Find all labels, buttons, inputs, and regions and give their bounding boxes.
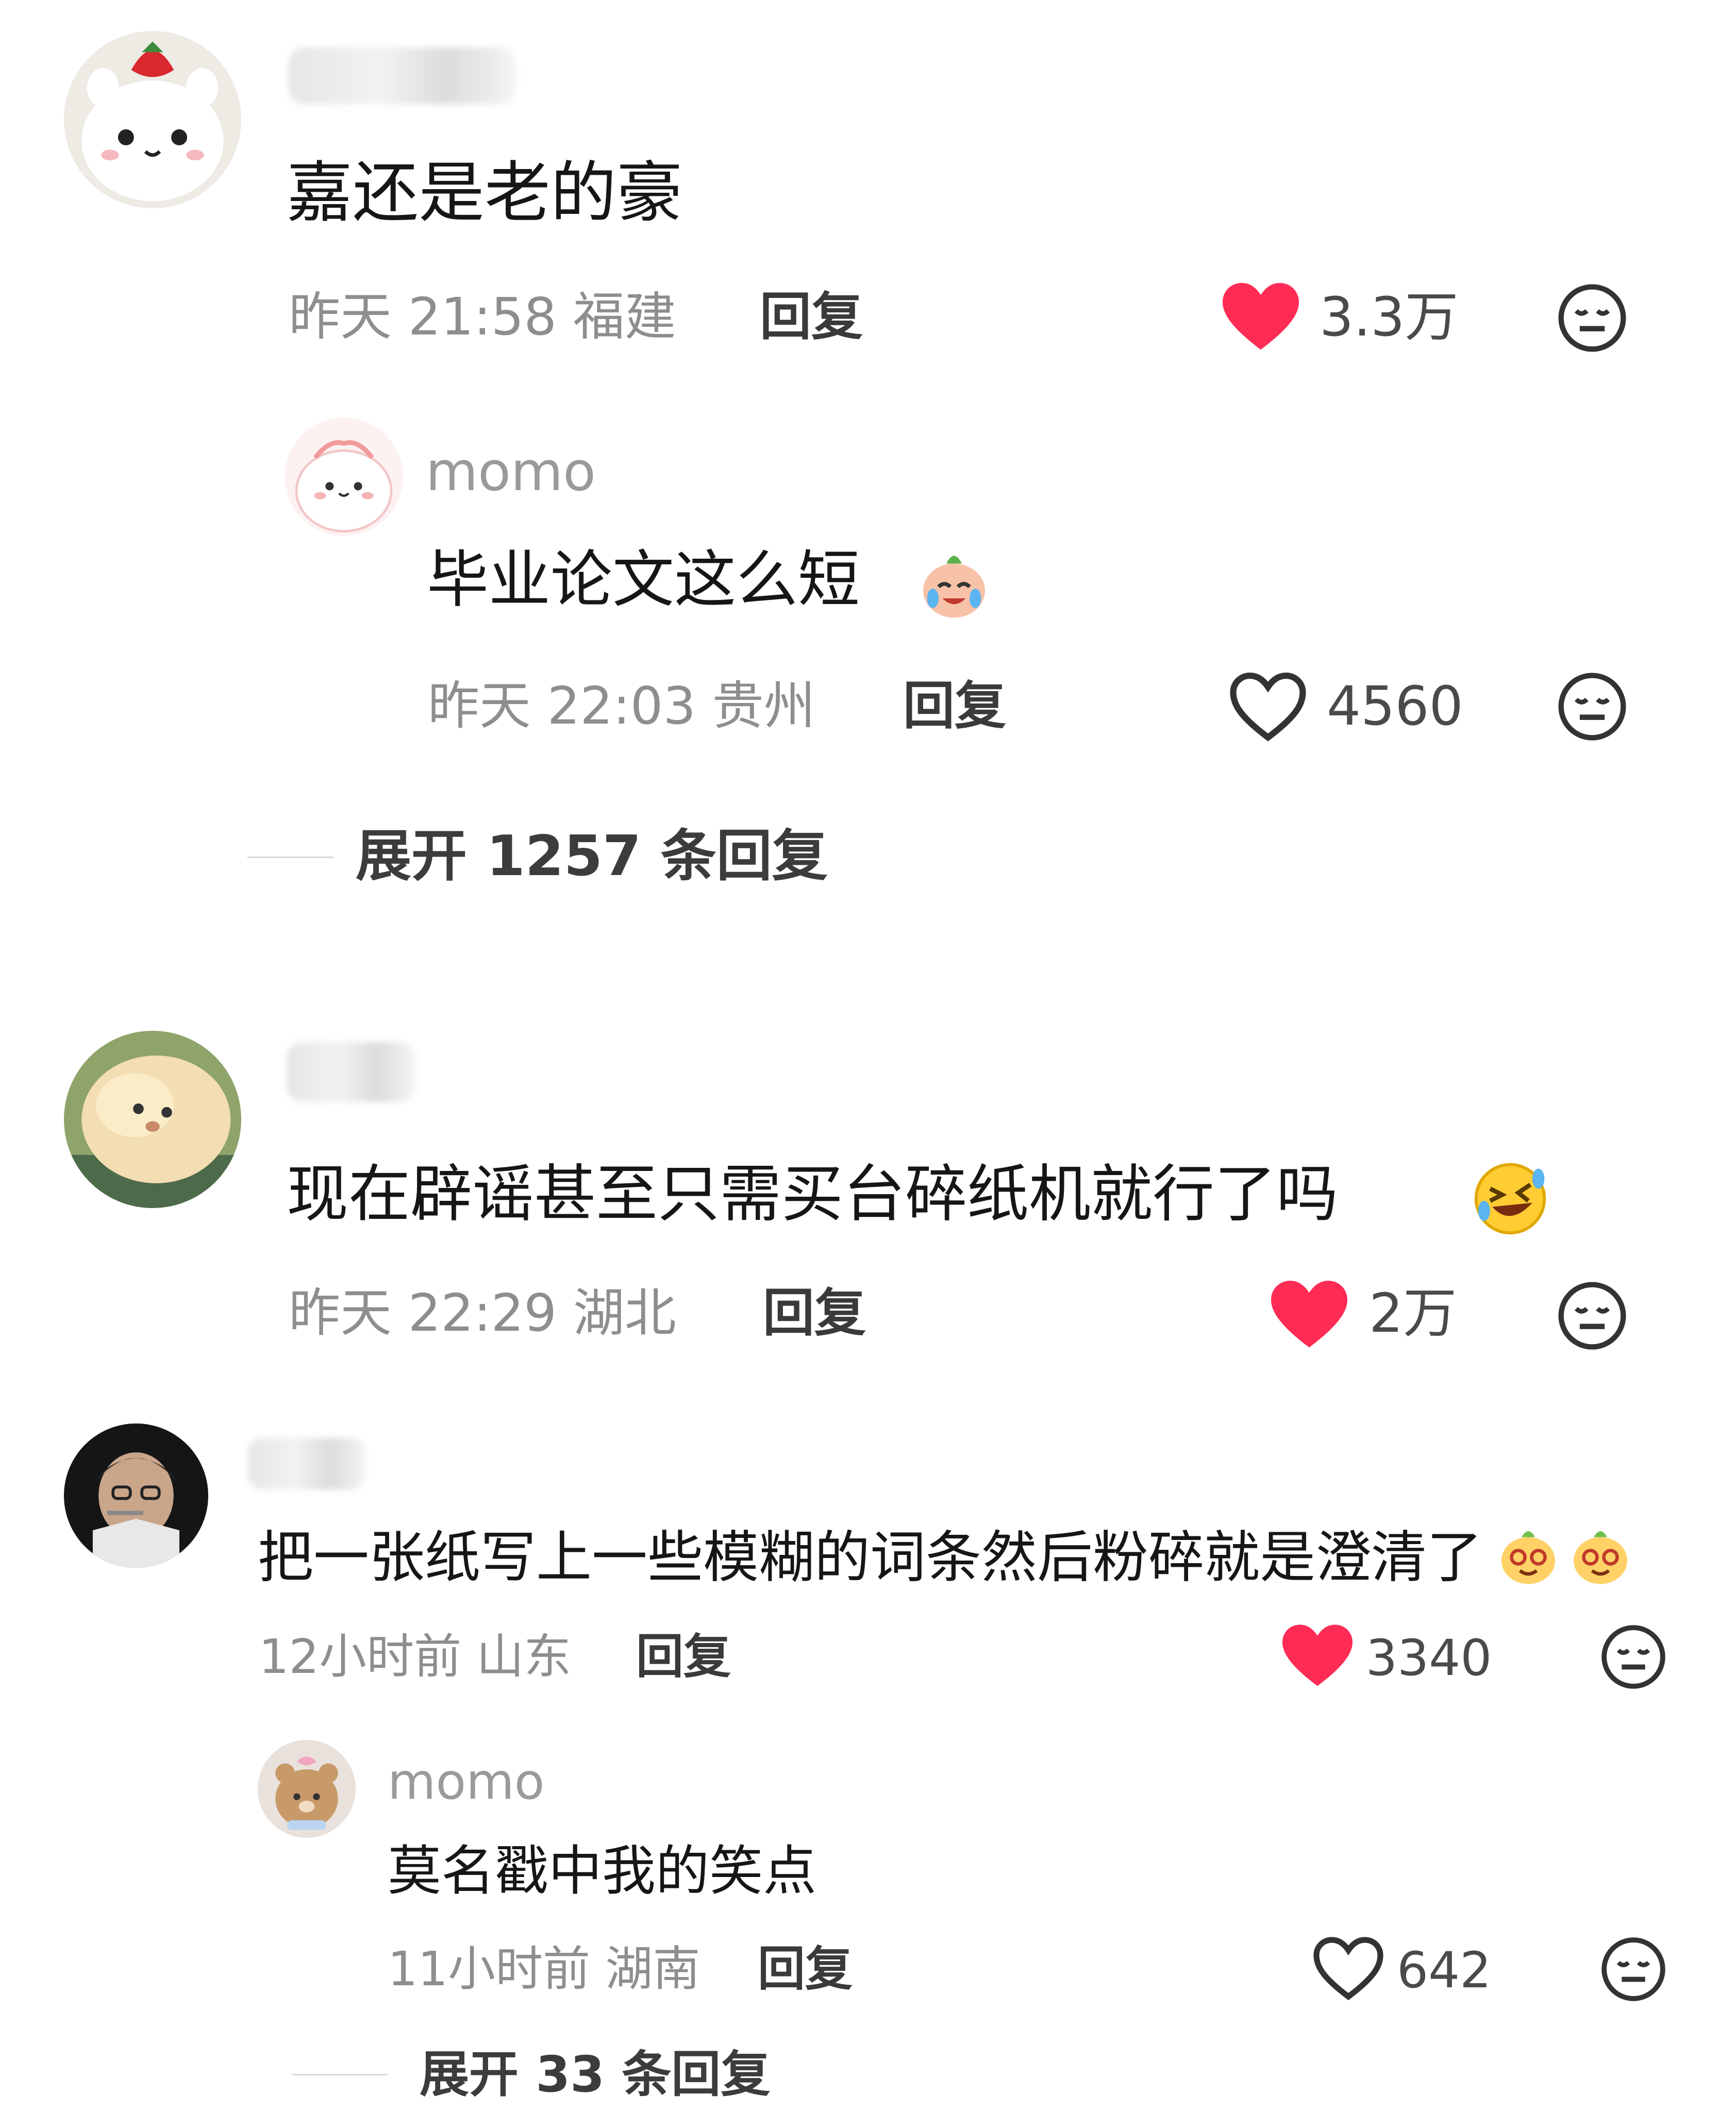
- dislike-face-icon[interactable]: [1557, 1280, 1628, 1351]
- like-count: 2万: [1369, 1282, 1457, 1345]
- comment-time: 12小时前 山东: [259, 1623, 571, 1690]
- divider: [247, 857, 334, 858]
- location-text: 贵州: [712, 676, 815, 736]
- like-heart-icon[interactable]: [1223, 282, 1299, 353]
- reply-username[interactable]: momo: [388, 1748, 545, 1815]
- like-heart-icon[interactable]: [1271, 1280, 1347, 1350]
- like-count: 3.3万: [1320, 286, 1459, 348]
- reply-username[interactable]: momo: [426, 435, 596, 508]
- crying-laughing-sticker-icon: [915, 544, 993, 622]
- dislike-face-icon[interactable]: [1600, 1936, 1667, 2003]
- reply-button[interactable]: 回复: [763, 1277, 866, 1349]
- comment-time: 昨天 21:58 福建: [289, 281, 676, 353]
- dislike-face-icon[interactable]: [1557, 282, 1628, 354]
- avatar[interactable]: [64, 31, 241, 208]
- location-text: 湖南: [605, 1941, 700, 1997]
- comment-text: 把一张纸写上一些模糊的词条然后粉碎就是澄清了: [258, 1526, 1483, 1590]
- divider: [292, 2074, 388, 2075]
- reply-time: 昨天 22:03 贵州: [428, 670, 815, 742]
- like-heart-outline-icon[interactable]: [1230, 672, 1306, 742]
- avatar[interactable]: [285, 417, 403, 536]
- dislike-face-icon[interactable]: [1600, 1623, 1667, 1690]
- comment-time: 昨天 22:29 湖北: [289, 1277, 676, 1349]
- expand-replies-button[interactable]: 展开 33 条回复: [420, 2041, 770, 2108]
- dizzy-face-sticker-icon: [1567, 1520, 1634, 1587]
- like-heart-icon[interactable]: [1282, 1624, 1353, 1688]
- comment-text: 嘉还是老的豪: [287, 155, 683, 231]
- avatar[interactable]: [64, 1423, 208, 1568]
- rolling-laughing-emoji-icon: [1470, 1159, 1550, 1239]
- time-text: 12小时前: [259, 1629, 462, 1684]
- reply-button[interactable]: 回复: [636, 1623, 731, 1690]
- dislike-face-icon[interactable]: [1557, 671, 1628, 742]
- location-text: 山东: [476, 1629, 572, 1684]
- reply-button[interactable]: 回复: [758, 1936, 853, 2003]
- reply-time: 11小时前 湖南: [388, 1936, 700, 2003]
- like-heart-outline-icon[interactable]: [1313, 1937, 1383, 2001]
- reply-button[interactable]: 回复: [903, 670, 1006, 742]
- location-text: 湖北: [573, 1283, 676, 1343]
- like-count: 3340: [1366, 1629, 1492, 1687]
- dizzy-face-sticker-icon: [1495, 1520, 1562, 1587]
- like-count: 642: [1397, 1941, 1492, 1999]
- location-text: 福建: [573, 287, 676, 347]
- reply-button[interactable]: 回复: [760, 281, 863, 353]
- username-blurred[interactable]: [247, 1438, 366, 1489]
- time-text: 昨天 22:29: [289, 1283, 557, 1343]
- avatar[interactable]: [64, 1031, 241, 1208]
- comment-text: 现在辟谣甚至只需买台碎纸机就行了吗: [287, 1159, 1338, 1230]
- time-text: 昨天 21:58: [289, 287, 557, 347]
- expand-replies-button[interactable]: 展开 1257 条回复: [356, 820, 828, 893]
- time-text: 昨天 22:03: [428, 676, 696, 736]
- reply-text: 莫名戳中我的笑点: [388, 1839, 817, 1902]
- like-count: 4560: [1327, 675, 1463, 738]
- username-blurred[interactable]: [287, 1042, 415, 1102]
- avatar[interactable]: [258, 1740, 356, 1838]
- username-blurred[interactable]: [289, 47, 515, 104]
- reply-text: 毕业论文这么短: [427, 544, 860, 616]
- time-text: 11小时前: [388, 1941, 591, 1997]
